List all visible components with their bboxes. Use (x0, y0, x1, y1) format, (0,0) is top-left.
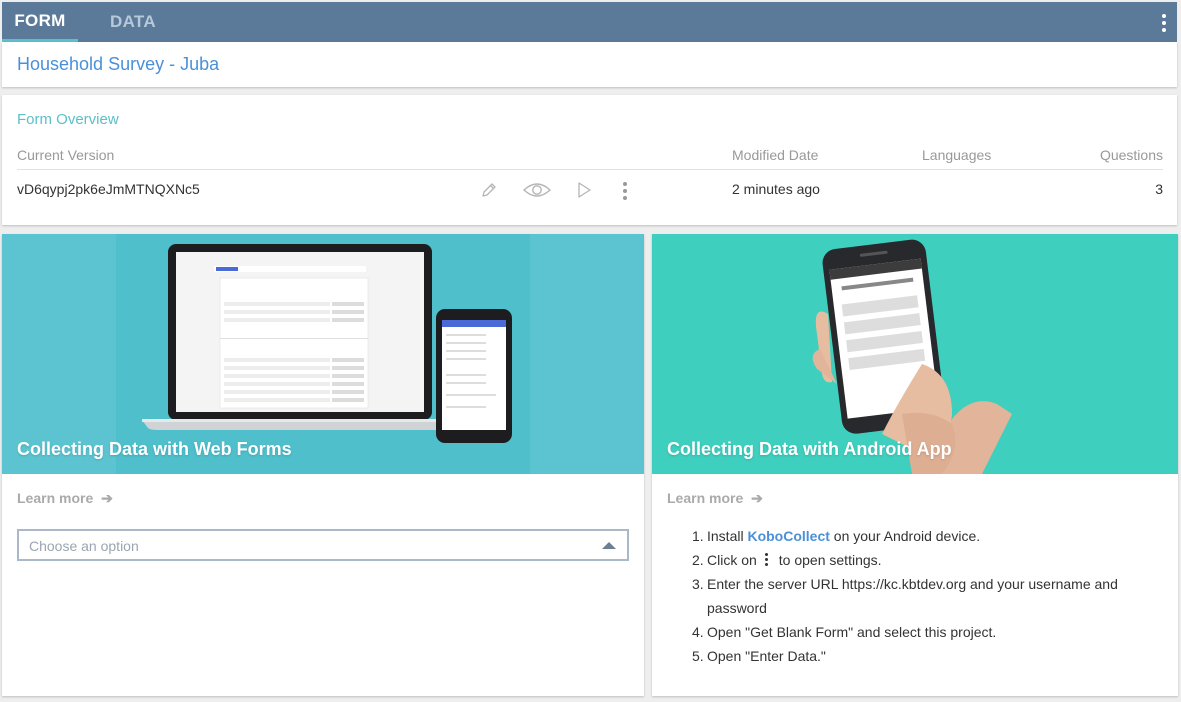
more-vertical-icon (764, 553, 769, 567)
step-3: 3. Enter the server URL https://kc.kbtde… (692, 572, 1162, 620)
step-1: 1. Install KoboCollect on your Android d… (692, 528, 981, 544)
learn-more-label: Learn more (667, 490, 744, 506)
project-title-bar: Household Survey - Juba (2, 42, 1177, 87)
laptop-phone-illustration (2, 234, 644, 474)
android-banner: Collecting Data with Android App (652, 234, 1178, 474)
project-title: Household Survey - Juba (17, 54, 220, 74)
kobocollect-link[interactable]: KoboCollect (747, 528, 829, 544)
learn-more-label: Learn more (17, 490, 94, 506)
android-learn-more-link[interactable]: Learn more ➔ (667, 490, 763, 507)
divider (17, 169, 1163, 170)
step-4: 4. Open "Get Blank Form" and select this… (692, 624, 997, 640)
step-5: 5. Open "Enter Data." (692, 648, 826, 664)
choose-option-dropdown[interactable]: Choose an option (17, 529, 629, 561)
web-forms-card: Collecting Data with Web Forms Learn mor… (2, 234, 644, 696)
setup-steps-list: 1. Install KoboCollect on your Android d… (692, 524, 1162, 668)
caret-up-icon (602, 542, 616, 549)
arrow-right-icon: ➔ (101, 490, 113, 506)
form-overview-panel: Form Overview Current Version Modified D… (2, 95, 1177, 225)
top-nav-bar: FORM DATA (2, 2, 1177, 42)
web-forms-banner: Collecting Data with Web Forms (2, 234, 644, 474)
android-title: Collecting Data with Android App (667, 439, 952, 459)
tab-data[interactable]: DATA (110, 2, 156, 42)
arrow-right-icon: ➔ (751, 490, 763, 506)
column-header-version: Current Version (17, 147, 115, 163)
step-3-continued: password (707, 600, 767, 616)
questions-count: 3 (1155, 181, 1163, 197)
dropdown-placeholder: Choose an option (29, 538, 139, 554)
version-id: vD6qypj2pk6eJmMTNQXNc5 (17, 181, 200, 197)
web-learn-more-link[interactable]: Learn more ➔ (17, 490, 113, 507)
android-app-card: Collecting Data with Android App Learn m… (652, 234, 1178, 696)
column-header-languages: Languages (922, 147, 992, 163)
play-icon[interactable] (575, 181, 593, 199)
more-vertical-icon[interactable] (1161, 14, 1167, 32)
column-header-modified: Modified Date (732, 147, 819, 163)
tab-form[interactable]: FORM (2, 2, 78, 42)
row-more-icon[interactable] (622, 181, 628, 201)
preview-eye-icon[interactable] (522, 181, 552, 199)
web-forms-title: Collecting Data with Web Forms (17, 439, 292, 459)
step-2: 2. Click on to open settings. (692, 552, 882, 568)
form-overview-title: Form Overview (17, 111, 119, 128)
phone-in-hand-illustration (812, 239, 1012, 474)
modified-date: 2 minutes ago (732, 181, 820, 197)
column-header-questions: Questions (1099, 147, 1163, 163)
edit-pencil-icon[interactable] (480, 181, 498, 199)
